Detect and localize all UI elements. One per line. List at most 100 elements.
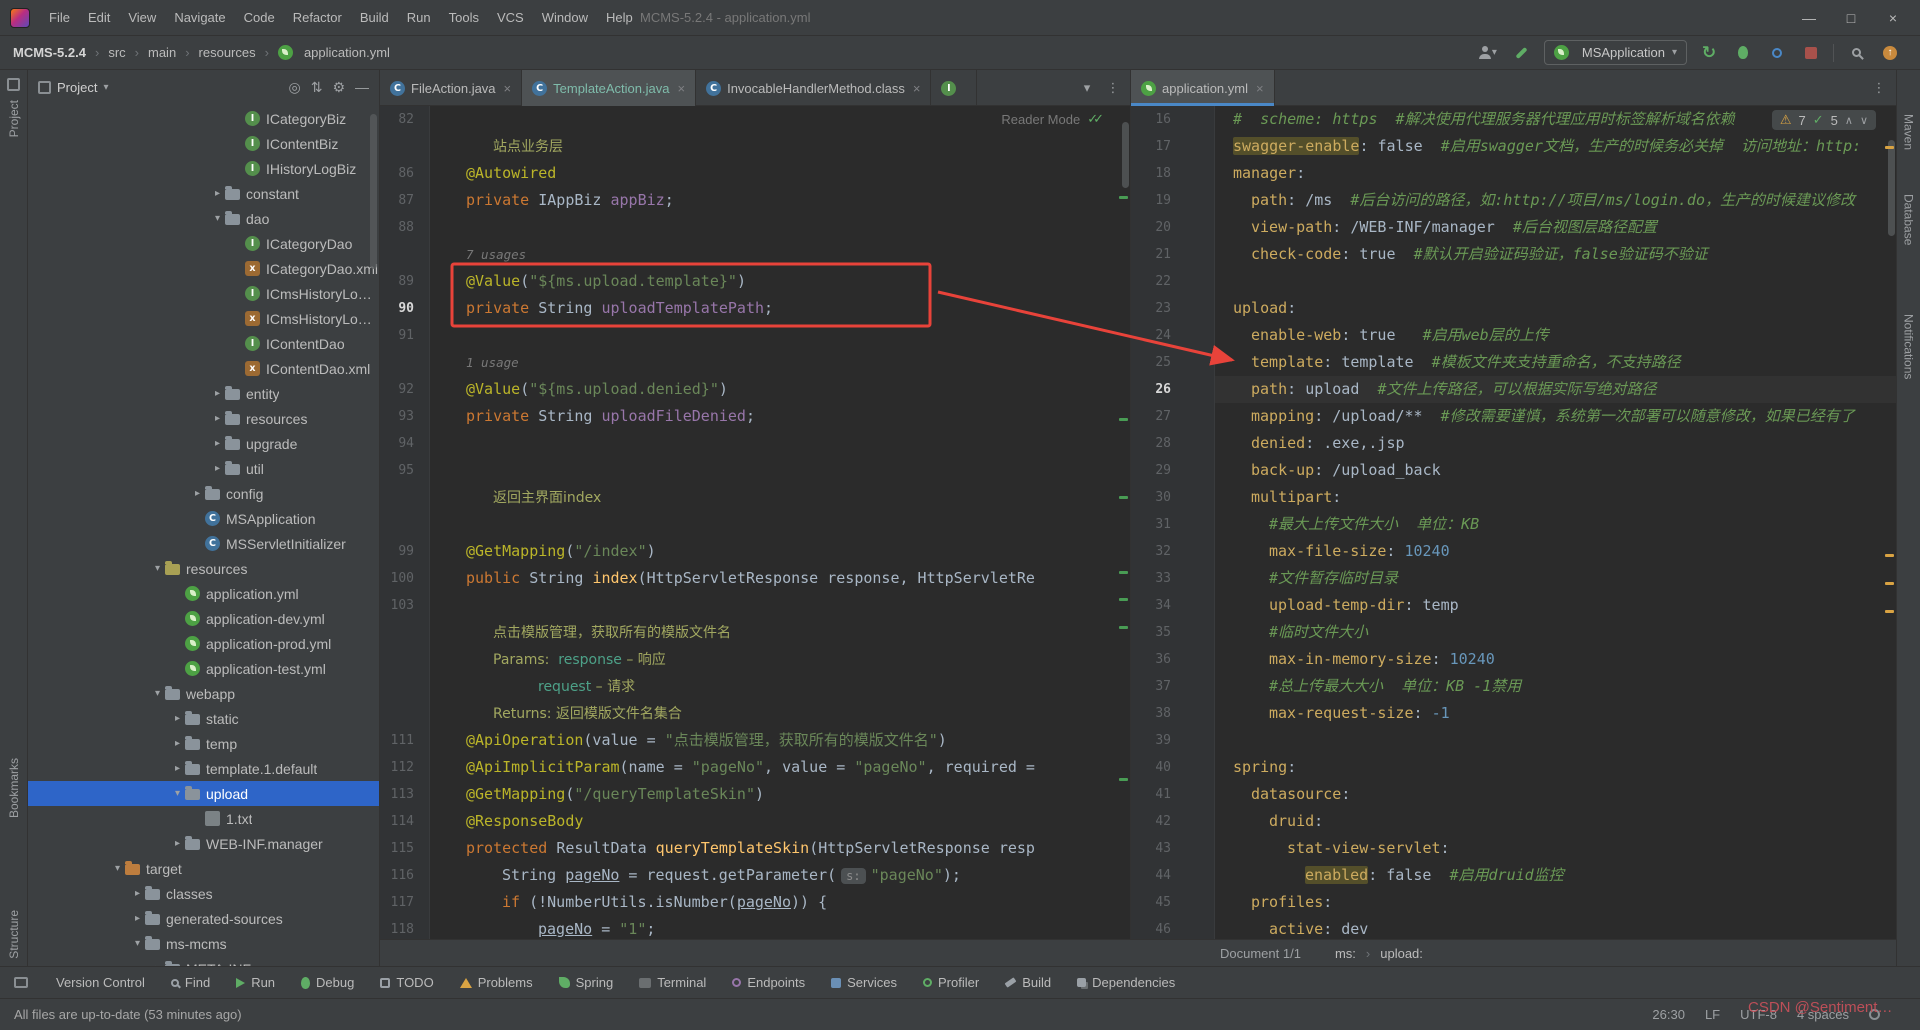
line-number[interactable]: 22 — [1131, 268, 1177, 295]
line-number[interactable]: 103 — [380, 592, 420, 619]
code-line-100[interactable]: 100 public String index(HttpServletRespon… — [380, 565, 1130, 592]
code-line-37[interactable]: 37 #总上传最大大小 单位：KB -1禁用 — [1131, 673, 1896, 700]
code-line-28[interactable]: 28 denied: .exe,.jsp — [1131, 430, 1896, 457]
code-line-40[interactable]: 40 spring: — [1131, 754, 1896, 781]
tree-item-1.txt[interactable]: 1.txt — [28, 806, 379, 831]
line-number[interactable]: 94 — [380, 430, 420, 457]
line-number[interactable]: 45 — [1131, 889, 1177, 916]
project-panel-title[interactable]: Project — [57, 80, 97, 95]
rerun-icon[interactable]: ↻ — [1697, 41, 1721, 65]
reader-mode-toggle[interactable]: Reader Mode ✓✓ — [1001, 111, 1104, 127]
code-line-93[interactable]: 93 private String uploadFileDenied; — [380, 403, 1130, 430]
tree-item-ICategoryDao[interactable]: I ICategoryDao — [28, 231, 379, 256]
breadcrumb-item[interactable]: main — [145, 43, 179, 62]
tree-item-resources[interactable]: ▸ resources — [28, 406, 379, 431]
tree-item-WEB-INF.manager[interactable]: ▸ WEB-INF.manager — [28, 831, 379, 856]
code-line-111[interactable]: 111 @ApiOperation(value = "点击模版管理，获取所有的模版… — [380, 727, 1130, 754]
line-number[interactable]: 26 — [1131, 376, 1177, 403]
breadcrumb-item[interactable]: src — [105, 43, 128, 62]
menu-item-view[interactable]: View — [119, 0, 165, 36]
line-number[interactable] — [380, 673, 420, 700]
line-number[interactable]: 30 — [1131, 484, 1177, 511]
line-number[interactable]: 38 — [1131, 700, 1177, 727]
code-line-33[interactable]: 33 #文件暂存临时目录 — [1131, 565, 1896, 592]
profiler-icon[interactable] — [1765, 41, 1789, 65]
tree-item-resources[interactable]: ▾ resources — [28, 556, 379, 581]
line-number[interactable] — [380, 646, 420, 673]
tool-window-button-profiler[interactable]: Profiler — [923, 975, 979, 990]
code-line-117[interactable]: 117 if (!NumberUtils.isNumber(pageNo)) { — [380, 889, 1130, 916]
line-number[interactable]: 16 — [1131, 106, 1177, 133]
line-number[interactable]: 40 — [1131, 754, 1177, 781]
minimize-button[interactable]: — — [1792, 1, 1826, 35]
editor-tab-TemplateAction.java[interactable]: C TemplateAction.java × — [522, 70, 697, 106]
breadcrumb-upload[interactable]: upload: — [1380, 946, 1423, 961]
code-line-115[interactable]: 115 protected ResultData queryTemplateSki… — [380, 835, 1130, 862]
tree-item-application.yml[interactable]: application.yml — [28, 581, 379, 606]
code-line[interactable]: 7 usages — [380, 241, 1130, 268]
chevron-down-icon[interactable]: ▾ — [170, 788, 185, 799]
code-line-39[interactable]: 39 — [1131, 727, 1896, 754]
tree-item-static[interactable]: ▸ static — [28, 706, 379, 731]
menu-item-vcs[interactable]: VCS — [488, 0, 533, 36]
tool-window-button-run[interactable]: Run — [236, 975, 275, 990]
line-number[interactable]: 91 — [380, 322, 420, 349]
line-number[interactable]: 37 — [1131, 673, 1177, 700]
editor-tab-InvocableHandlerMethod.class[interactable]: C InvocableHandlerMethod.class × — [696, 70, 932, 106]
expand-collapse-icon[interactable]: ⇅ — [311, 79, 323, 96]
code-line-45[interactable]: 45 profiles: — [1131, 889, 1896, 916]
chevron-right-icon[interactable]: ▸ — [150, 963, 165, 966]
chevron-down-icon[interactable]: ▾ — [150, 563, 165, 574]
code-line-103[interactable]: 103 — [380, 592, 1130, 619]
code-line-17[interactable]: 17 swagger-enable: false #启用swagger文档，生产的… — [1131, 133, 1896, 160]
tree-item-application-prod.yml[interactable]: application-prod.yml — [28, 631, 379, 656]
code-line-23[interactable]: 23 upload: — [1131, 295, 1896, 322]
line-number[interactable]: 23 — [1131, 295, 1177, 322]
chevron-right-icon[interactable]: ▸ — [170, 713, 185, 724]
code-line-87[interactable]: 87 private IAppBiz appBiz; — [380, 187, 1130, 214]
line-separator[interactable]: LF — [1705, 1007, 1720, 1022]
code-line-46[interactable]: 46 active: dev — [1131, 916, 1896, 939]
code-line[interactable]: Params: response – 响应 — [380, 646, 1130, 673]
editor-tab-application.yml[interactable]: application.yml × — [1131, 70, 1275, 106]
line-number[interactable]: 95 — [380, 457, 420, 484]
line-number[interactable]: 19 — [1131, 187, 1177, 214]
line-number[interactable]: 82 — [380, 106, 420, 133]
tree-item-webapp[interactable]: ▾ webapp — [28, 681, 379, 706]
code-line-35[interactable]: 35 #临时文件大小 — [1131, 619, 1896, 646]
line-number[interactable]: 93 — [380, 403, 420, 430]
tool-window-switcher-icon[interactable] — [14, 977, 28, 988]
code-line-30[interactable]: 30 multipart: — [1131, 484, 1896, 511]
close-tab-icon[interactable]: × — [1256, 81, 1264, 96]
code-line-99[interactable]: 99 @GetMapping("/index") — [380, 538, 1130, 565]
user-icon[interactable]: ▾ — [1476, 41, 1500, 65]
tool-button-bookmarks[interactable]: Bookmarks — [7, 758, 21, 818]
line-number[interactable] — [380, 349, 420, 376]
tree-item-upgrade[interactable]: ▸ upgrade — [28, 431, 379, 456]
app-logo-icon[interactable] — [10, 7, 30, 28]
line-number[interactable]: 113 — [380, 781, 420, 808]
code-line-114[interactable]: 114 @ResponseBody — [380, 808, 1130, 835]
tree-item-IContentDao[interactable]: I IContentDao — [28, 331, 379, 356]
menu-item-build[interactable]: Build — [351, 0, 398, 36]
chevron-down-icon[interactable]: ▾ — [110, 863, 125, 874]
code-line-22[interactable]: 22 — [1131, 268, 1896, 295]
tree-item-ICategoryDao.xml[interactable]: x ICategoryDao.xml — [28, 256, 379, 281]
next-issue-icon[interactable]: ∨ — [1860, 114, 1868, 127]
code-line-91[interactable]: 91 — [380, 322, 1130, 349]
caret-position[interactable]: 26:30 — [1652, 1007, 1685, 1022]
line-number[interactable]: 112 — [380, 754, 420, 781]
tree-item-dao[interactable]: ▾ dao — [28, 206, 379, 231]
tree-item-temp[interactable]: ▸ temp — [28, 731, 379, 756]
tool-button-structure[interactable]: Structure — [7, 910, 21, 959]
tool-window-button-version-control[interactable]: Version Control — [56, 975, 145, 990]
tab-menu-icon[interactable]: ⋮ — [1868, 80, 1890, 96]
code-line-29[interactable]: 29 back-up: /upload_back — [1131, 457, 1896, 484]
code-line-36[interactable]: 36 max-in-memory-size: 10240 — [1131, 646, 1896, 673]
code-line-18[interactable]: 18 manager: — [1131, 160, 1896, 187]
line-number[interactable]: 99 — [380, 538, 420, 565]
tool-window-button-todo[interactable]: TODO — [380, 975, 434, 990]
code-line-42[interactable]: 42 druid: — [1131, 808, 1896, 835]
menu-item-file[interactable]: File — [40, 0, 79, 36]
line-number[interactable]: 21 — [1131, 241, 1177, 268]
